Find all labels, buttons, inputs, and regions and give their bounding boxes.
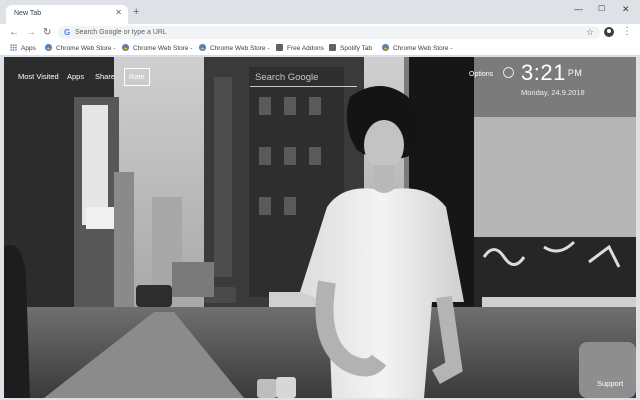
close-icon[interactable]: ✕ [115,8,122,18]
search-box [250,67,357,87]
apps-icon [10,44,17,51]
bookmark-label: Chrome Web Store - [393,45,453,52]
profile-icon[interactable] [604,27,614,37]
background-photo [4,57,636,398]
share-link[interactable]: Share [95,72,115,82]
browser-window: New Tab ✕ + — ☐ ✕ ← → ↻ G Search Google … [0,0,640,400]
back-arrow-icon[interactable]: ← [9,27,19,38]
window-close-icon[interactable]: ✕ [622,4,630,14]
maximize-icon[interactable]: ☐ [598,4,605,14]
tab-new-tab[interactable]: New Tab ✕ [6,5,128,24]
tab-strip: New Tab ✕ + — ☐ ✕ [0,0,640,24]
bookmark-item[interactable]: Chrome Web Store - [382,43,452,54]
bookmark-item[interactable]: Chrome Web Store - [45,43,115,54]
chrome-web-store-icon [122,44,129,51]
rate-button[interactable]: Rate [124,68,150,86]
new-tab-page: Most Visited Apps Share Rate Options 3:2… [4,57,636,398]
options-toggle-icon[interactable] [503,67,514,78]
bookmark-item[interactable]: Free Addons [276,43,324,54]
bookmark-label: Chrome Web Store - [133,45,193,52]
clock-date: Monday, 24.9.2018 [521,88,585,97]
most-visited-link[interactable]: Most Visited [18,72,59,82]
chrome-web-store-icon [382,44,389,51]
star-icon[interactable]: ☆ [586,27,594,38]
minimize-icon[interactable]: — [574,4,583,14]
page-icon [329,44,336,51]
clock-hours: 3:21 [521,60,566,85]
tab-title: New Tab [14,10,42,17]
options-link[interactable]: Options [469,70,493,80]
bookmarks-bar: Apps Chrome Web Store - Chrome Web Store… [0,41,640,56]
new-tab-icon[interactable]: + [133,6,139,18]
chrome-web-store-icon [199,44,206,51]
clock-time: 3:21 PM [521,61,582,85]
bookmark-label: Chrome Web Store - [210,45,270,52]
page-icon [276,44,283,51]
omnibox[interactable]: G Search Google or type a URL ☆ [58,26,600,39]
bookmark-label: Apps [21,45,36,52]
google-g-icon: G [64,28,71,37]
search-input[interactable] [250,68,357,87]
bookmark-item[interactable]: Chrome Web Store - [199,43,269,54]
bookmark-label: Spotify Tab [340,45,373,52]
forward-arrow-icon[interactable]: → [26,27,36,38]
clock-ampm: PM [567,68,583,78]
toolbar: ← → ↻ G Search Google or type a URL ☆ ⋮ [0,24,640,41]
bookmark-label: Chrome Web Store - [56,45,116,52]
bookmark-label: Free Addons [287,45,324,52]
apps-link[interactable]: Apps [67,72,84,82]
bookmark-item[interactable]: Spotify Tab [329,43,372,54]
bookmark-item[interactable]: Chrome Web Store - [122,43,192,54]
support-link[interactable]: Support [597,379,623,389]
omnibox-placeholder: Search Google or type a URL [75,29,167,36]
reload-icon[interactable]: ↻ [43,27,51,38]
bookmark-apps[interactable]: Apps [10,43,36,54]
chrome-web-store-icon [45,44,52,51]
menu-dots-icon[interactable]: ⋮ [622,26,632,38]
